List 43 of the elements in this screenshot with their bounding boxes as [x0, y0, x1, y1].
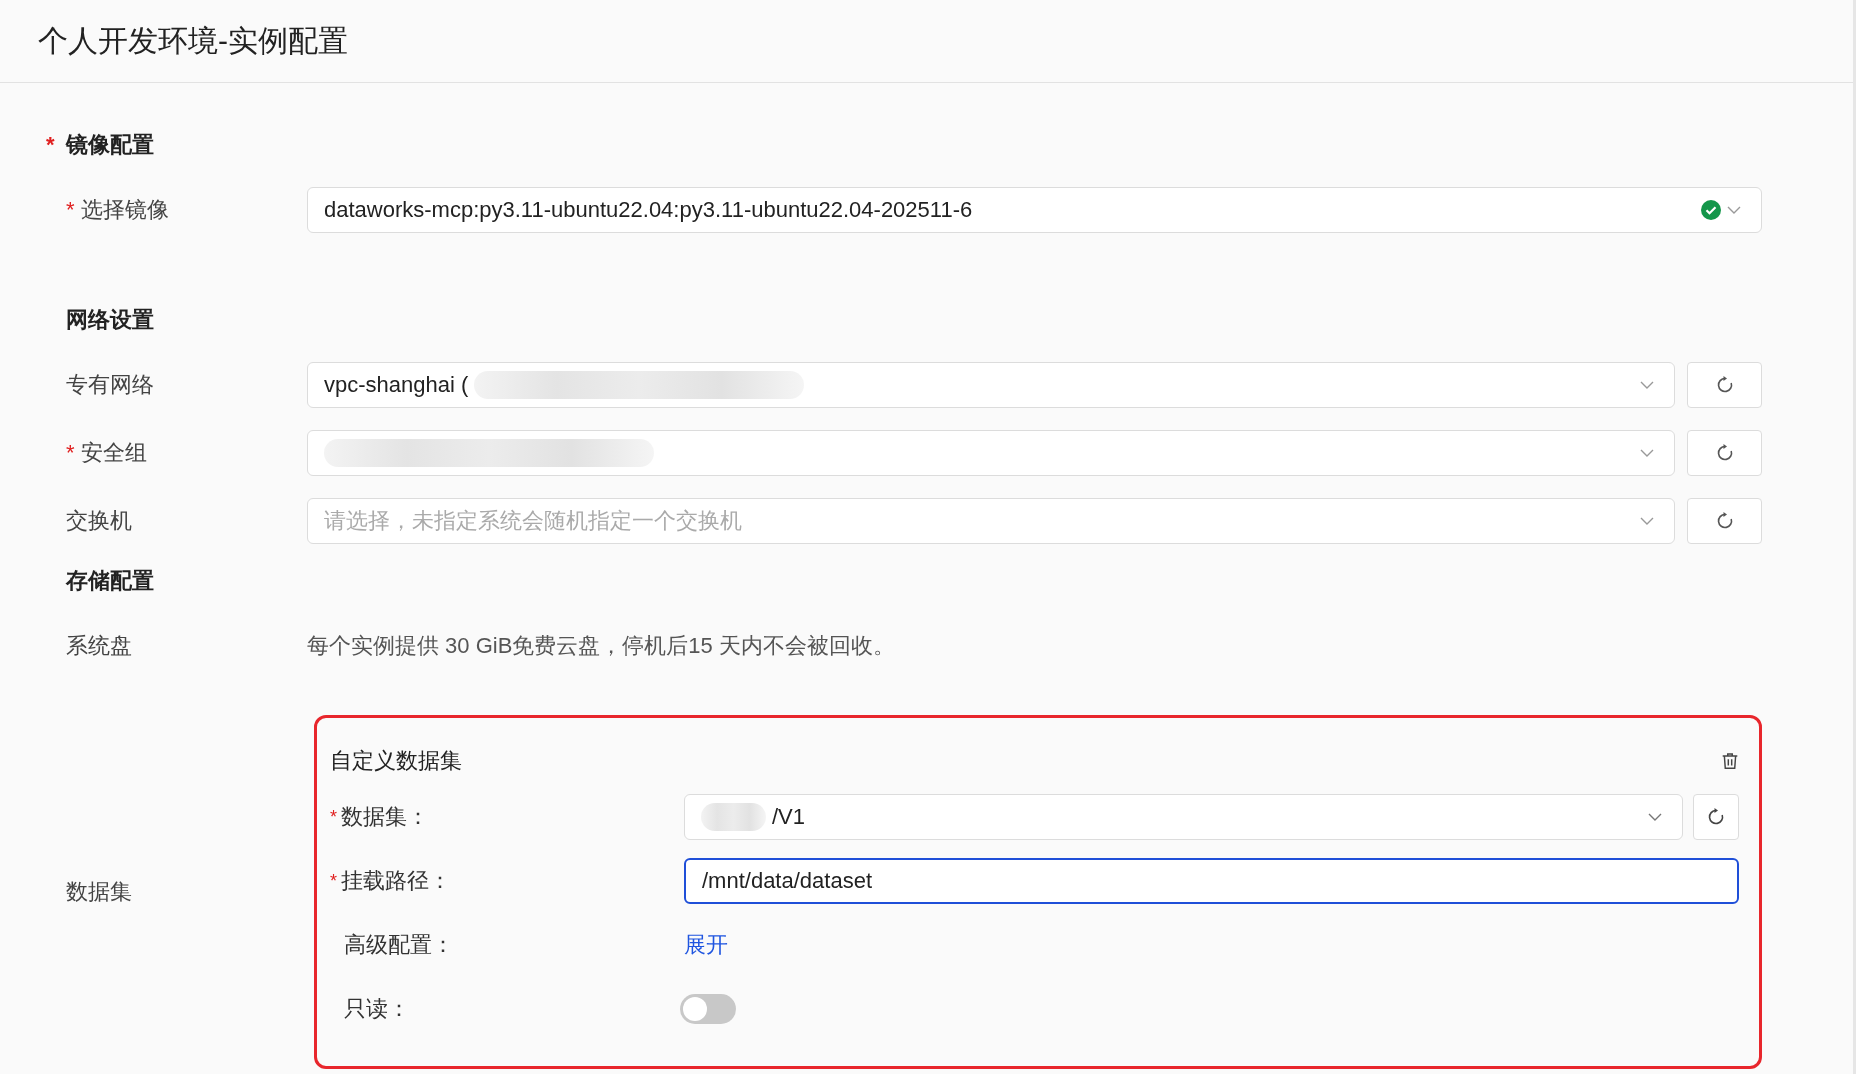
section-heading: 网络设置 [66, 306, 154, 334]
field-label: 交换机 [66, 507, 132, 535]
refresh-button[interactable] [1687, 430, 1762, 476]
field-label: 数据集 [66, 878, 132, 906]
select-field[interactable] [307, 430, 1675, 476]
chevron-down-icon [1727, 206, 1741, 214]
select-placeholder: 请选择，未指定系统会随机指定一个交换机 [324, 507, 742, 535]
refresh-button[interactable] [1687, 362, 1762, 408]
select-value: /V1 [772, 804, 806, 830]
refresh-button[interactable] [1687, 498, 1762, 544]
description-text: 每个实例提供 30 GiB免费云盘，停机后15 天内不会被回收。 [307, 632, 895, 660]
required-mark: * [46, 132, 55, 158]
trash-icon[interactable] [1721, 752, 1739, 770]
refresh-button[interactable] [1693, 794, 1739, 840]
chevron-down-icon [1640, 517, 1654, 525]
section-heading: 镜像配置 [66, 131, 154, 159]
mount-path-field[interactable]: /mnt/data/dataset [684, 858, 1739, 904]
field-label: 数据集： [341, 803, 429, 831]
field-label: 高级配置： [344, 931, 454, 959]
field-label: 挂载路径： [341, 867, 451, 895]
refresh-icon [1706, 807, 1726, 827]
select-value: vpc-shanghai ( [324, 372, 469, 398]
read-only-toggle[interactable] [680, 994, 736, 1024]
field-label: 只读： [344, 995, 410, 1023]
field-label: 专有网络 [66, 371, 154, 399]
required-mark: * [330, 806, 337, 828]
select-field[interactable]: dataworks-mcp:py3.11-ubuntu22.04:py3.11-ubuntu22.04-202511-6 [307, 187, 1762, 233]
page-title: 个人开发环境-实例配置 [38, 22, 348, 59]
card-title: 自定义数据集 [330, 747, 462, 775]
field-label: 安全组 [80, 439, 147, 467]
select-value: dataworks-mcp:py3.11-ubuntu22.04:py3.11-ubuntu22.04-202511-6 [324, 197, 973, 223]
select-field[interactable]: /V1 [684, 794, 1683, 840]
expand-link[interactable]: 展开 [684, 930, 728, 960]
required-mark: * [66, 197, 75, 223]
section-heading: 存储配置 [66, 567, 154, 595]
chevron-down-icon [1640, 381, 1654, 389]
field-label: 系统盘 [66, 632, 132, 660]
chevron-down-icon [1648, 813, 1662, 821]
required-mark: * [330, 870, 337, 892]
chevron-down-icon [1640, 449, 1654, 457]
select-field[interactable]: vpc-shanghai ( [307, 362, 1675, 408]
field-label: 选择镜像 [80, 196, 169, 224]
required-mark: * [66, 440, 75, 466]
